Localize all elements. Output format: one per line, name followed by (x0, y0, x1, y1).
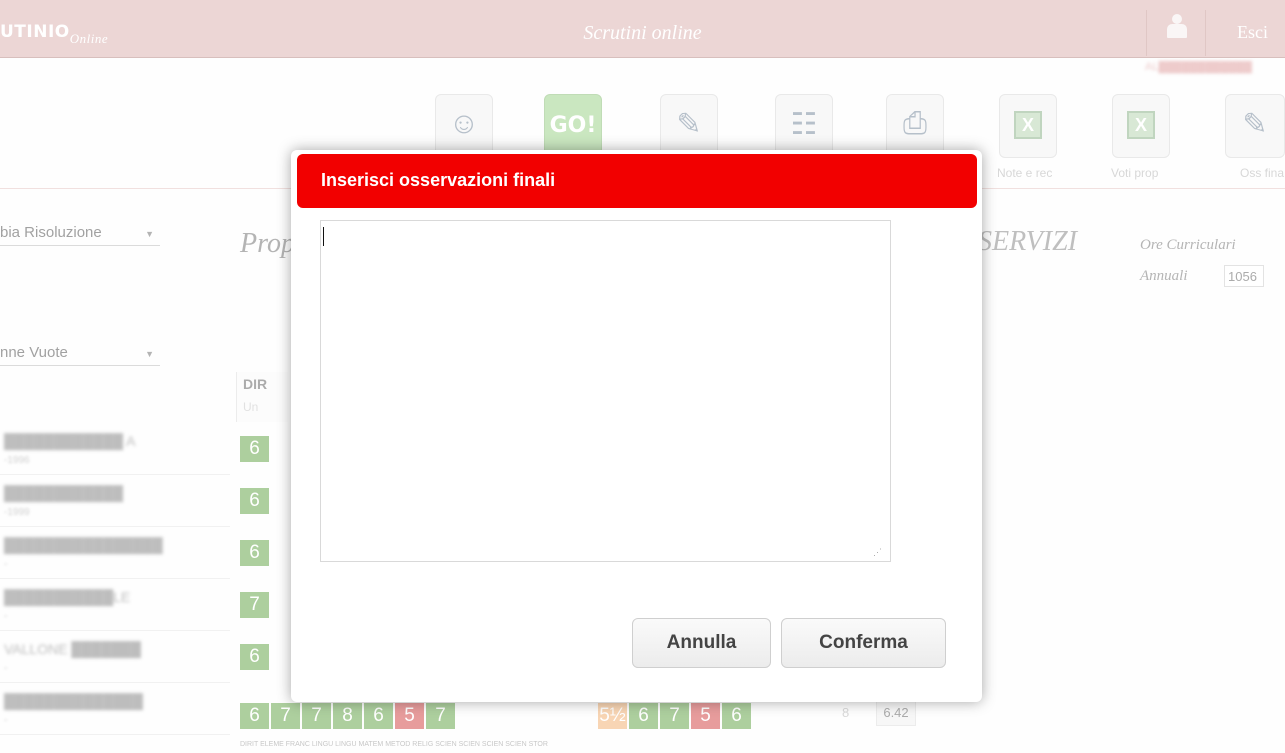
text-cursor (323, 227, 324, 246)
confirm-button[interactable]: Conferma (781, 618, 946, 668)
cancel-button[interactable]: Annulla (632, 618, 771, 668)
dialog-header: Inserisci osservazioni finali (297, 154, 977, 208)
resize-handle-icon[interactable]: ⋰ (873, 547, 882, 558)
dialog-title: Inserisci osservazioni finali (321, 170, 556, 190)
observations-textarea[interactable] (320, 220, 891, 562)
observations-dialog: Inserisci osservazioni finali ⋰ Annulla … (291, 150, 982, 702)
